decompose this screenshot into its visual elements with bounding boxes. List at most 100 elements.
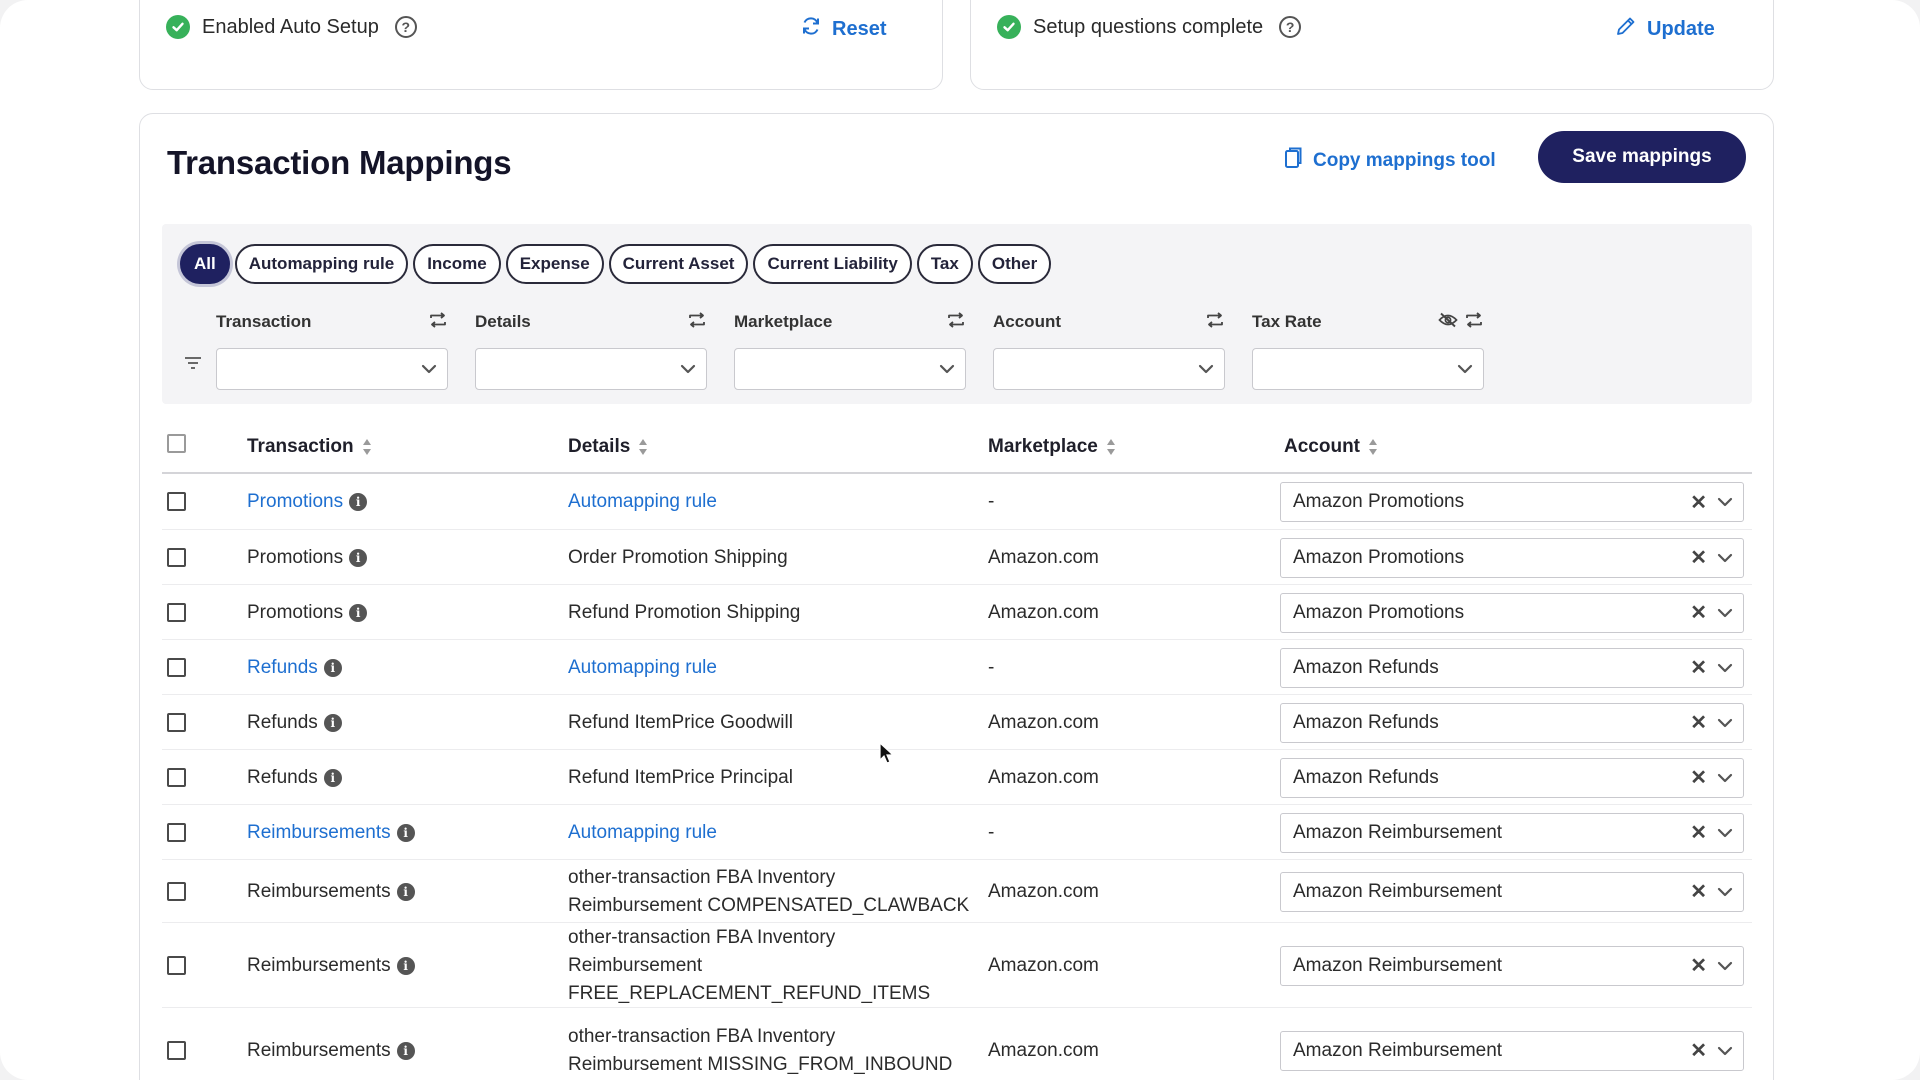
- chevron-down-icon[interactable]: [1717, 887, 1733, 897]
- swap-icon[interactable]: [428, 311, 448, 333]
- info-icon[interactable]: i: [349, 548, 368, 567]
- mappings-table: Transaction Details Marketplace Account Pro…: [162, 420, 1752, 1080]
- sort-icon[interactable]: [1106, 438, 1116, 456]
- row-checkbox[interactable]: [167, 1040, 186, 1060]
- column-header-details[interactable]: Details: [568, 436, 648, 458]
- account-select[interactable]: Amazon Reimbursement ✕: [1280, 812, 1744, 853]
- tax-rate-filter-select[interactable]: [1252, 348, 1484, 390]
- transaction-cell[interactable]: Promotions i: [247, 488, 368, 516]
- sort-icon[interactable]: [638, 438, 648, 456]
- column-header-marketplace[interactable]: Marketplace: [988, 436, 1116, 458]
- column-header-account[interactable]: Account: [1284, 436, 1378, 458]
- chevron-down-icon[interactable]: [1717, 773, 1733, 783]
- copy-mappings-tool-link[interactable]: Copy mappings tool: [1283, 146, 1496, 176]
- row-checkbox[interactable]: [167, 657, 186, 677]
- row-checkbox[interactable]: [167, 822, 186, 842]
- filter-pill-income[interactable]: Income: [413, 244, 501, 284]
- help-circle-icon[interactable]: ?: [394, 16, 417, 38]
- filter-column-header: Details: [475, 310, 707, 334]
- transaction-cell[interactable]: Reimbursements i: [247, 819, 415, 847]
- row-checkbox[interactable]: [167, 547, 186, 567]
- close-icon[interactable]: ✕: [1690, 710, 1707, 735]
- account-select[interactable]: Amazon Promotions ✕: [1280, 482, 1744, 522]
- chevron-down-icon[interactable]: [1717, 553, 1733, 563]
- transaction-cell[interactable]: Refunds i: [247, 654, 342, 682]
- close-icon[interactable]: ✕: [1690, 545, 1707, 570]
- account-select[interactable]: Amazon Refunds ✕: [1280, 702, 1744, 743]
- column-header-transaction[interactable]: Transaction: [247, 436, 372, 458]
- update-button[interactable]: Update: [1615, 15, 1715, 43]
- chevron-down-icon[interactable]: [1717, 608, 1733, 618]
- close-icon[interactable]: ✕: [1690, 600, 1707, 625]
- close-icon[interactable]: ✕: [1690, 820, 1707, 845]
- chevron-down-icon[interactable]: [1717, 828, 1733, 838]
- info-icon[interactable]: i: [396, 882, 415, 901]
- filter-lines-icon[interactable]: [184, 356, 202, 375]
- filter-pill-all[interactable]: All: [180, 244, 230, 284]
- swap-icon[interactable]: [946, 311, 966, 333]
- details-cell[interactable]: Automapping rule: [568, 654, 717, 682]
- filter-pill-current-liability[interactable]: Current Liability: [753, 244, 912, 284]
- account-select[interactable]: Amazon Promotions ✕: [1280, 537, 1744, 578]
- info-icon[interactable]: i: [396, 823, 415, 842]
- account-filter-select[interactable]: [993, 348, 1225, 390]
- close-icon[interactable]: ✕: [1690, 1038, 1707, 1063]
- chevron-down-icon[interactable]: [1717, 718, 1733, 728]
- info-icon[interactable]: i: [349, 603, 368, 622]
- filter-pill-expense[interactable]: Expense: [505, 244, 604, 284]
- reset-button[interactable]: Reset: [800, 15, 886, 43]
- account-select[interactable]: Amazon Reimbursement ✕: [1280, 871, 1744, 912]
- close-icon[interactable]: ✕: [1690, 953, 1707, 978]
- close-icon[interactable]: ✕: [1690, 765, 1707, 790]
- save-mappings-button[interactable]: Save mappings: [1538, 131, 1746, 183]
- eye-off-icon[interactable]: [1438, 312, 1458, 333]
- close-icon[interactable]: ✕: [1690, 490, 1707, 515]
- info-icon[interactable]: i: [349, 493, 368, 511]
- swap-icon[interactable]: [1464, 311, 1484, 333]
- chevron-down-icon[interactable]: [1717, 663, 1733, 673]
- info-icon[interactable]: i: [396, 956, 415, 975]
- row-checkbox[interactable]: [167, 767, 186, 787]
- row-checkbox[interactable]: [167, 712, 186, 732]
- row-checkbox[interactable]: [167, 955, 186, 975]
- account-select[interactable]: Amazon Reimbursement ✕: [1280, 1030, 1744, 1071]
- row-checkbox[interactable]: [167, 602, 186, 622]
- filter-pill-current-asset[interactable]: Current Asset: [608, 244, 749, 284]
- swap-icon[interactable]: [1205, 311, 1225, 333]
- details-cell[interactable]: Automapping rule: [568, 488, 717, 516]
- chevron-down-icon[interactable]: [1717, 497, 1733, 507]
- info-icon[interactable]: i: [323, 658, 342, 677]
- sort-icon[interactable]: [362, 438, 372, 456]
- sort-icon[interactable]: [1368, 438, 1378, 456]
- filter-pill-tax[interactable]: Tax: [916, 244, 973, 284]
- swap-icon[interactable]: [687, 311, 707, 333]
- info-icon[interactable]: i: [323, 768, 342, 787]
- transaction-cell: Refunds i: [247, 709, 342, 737]
- marketplace-cell: -: [988, 491, 995, 512]
- filter-pill-automapping-rule[interactable]: Automapping rule: [234, 244, 409, 284]
- help-circle-icon[interactable]: ?: [1279, 16, 1302, 38]
- row-checkbox[interactable]: [167, 881, 186, 901]
- account-value: Amazon Refunds: [1293, 711, 1439, 733]
- select-all-checkbox[interactable]: [167, 434, 186, 453]
- account-value: Amazon Reimbursement: [1293, 1039, 1503, 1061]
- details-line: FREE_REPLACEMENT_REFUND_ITEMS: [568, 982, 931, 1004]
- info-icon[interactable]: i: [396, 1041, 415, 1060]
- account-select[interactable]: Amazon Refunds ✕: [1280, 647, 1744, 688]
- close-icon[interactable]: ✕: [1690, 879, 1707, 904]
- chevron-down-icon[interactable]: [1717, 961, 1733, 971]
- account-select[interactable]: Amazon Reimbursement ✕: [1280, 945, 1744, 986]
- account-select[interactable]: Amazon Refunds ✕: [1280, 757, 1744, 798]
- details-filter-select[interactable]: [475, 348, 707, 390]
- table-row: Refunds i Refund ItemPrice Goodwill Amazon.…: [162, 695, 1752, 750]
- close-icon[interactable]: ✕: [1690, 655, 1707, 680]
- row-checkbox[interactable]: [167, 492, 186, 511]
- transaction-filter-select[interactable]: [216, 348, 448, 390]
- account-select[interactable]: Amazon Promotions ✕: [1280, 592, 1744, 633]
- pencil-icon: [1615, 15, 1637, 43]
- info-icon[interactable]: i: [323, 713, 342, 732]
- details-cell[interactable]: Automapping rule: [568, 819, 717, 847]
- marketplace-filter-select[interactable]: [734, 348, 966, 390]
- chevron-down-icon[interactable]: [1717, 1046, 1733, 1056]
- filter-pill-other[interactable]: Other: [977, 244, 1052, 284]
